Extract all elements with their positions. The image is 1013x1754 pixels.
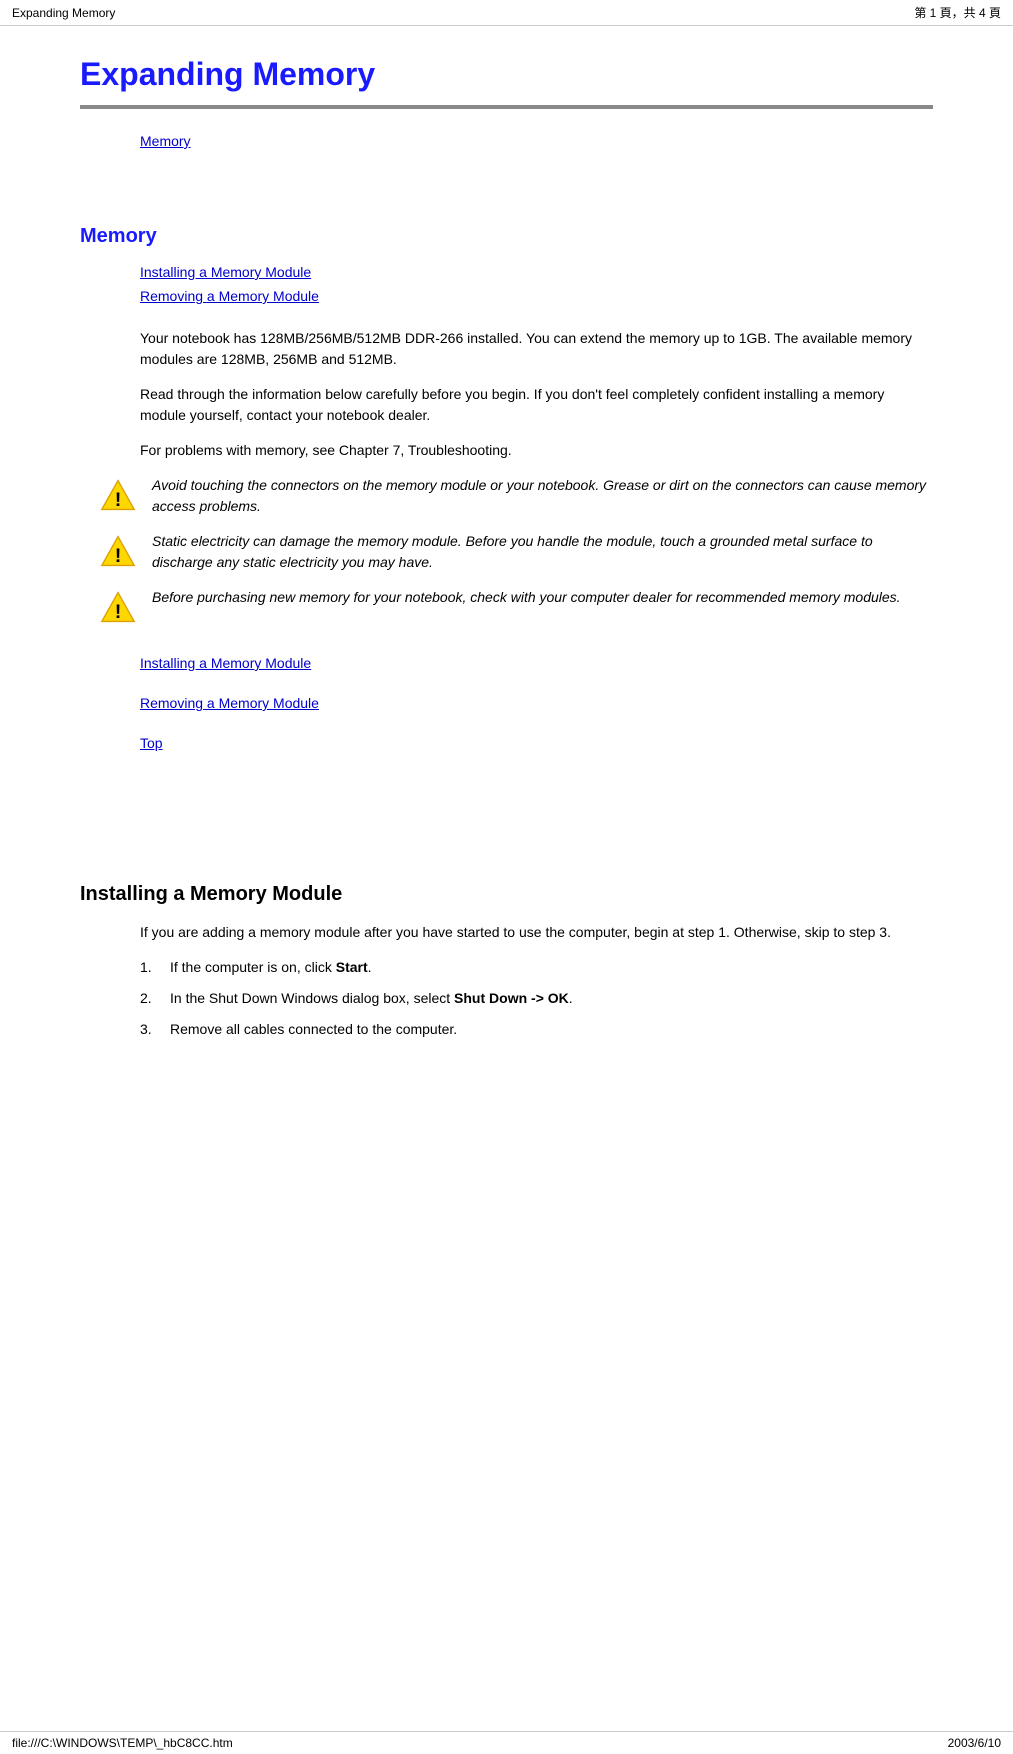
warning-3: ! Before purchasing new memory for your … xyxy=(80,587,933,625)
steps-list: 1. If the computer is on, click Start. 2… xyxy=(80,957,933,1040)
toc-memory-link[interactable]: Memory xyxy=(140,133,191,149)
warning-1: ! Avoid touching the connectors on the m… xyxy=(80,475,933,517)
main-content: Expanding Memory Memory Memory Installin… xyxy=(0,26,1013,1110)
bottom-link-2: Removing a Memory Module xyxy=(80,695,933,711)
warning-icon-2: ! xyxy=(100,533,136,569)
memory-para-3: For problems with memory, see Chapter 7,… xyxy=(80,440,933,461)
warning-text-2: Static electricity can damage the memory… xyxy=(152,531,933,573)
memory-section-heading: Memory xyxy=(80,225,933,248)
memory-sublink-2: Removing a Memory Module xyxy=(80,288,933,304)
step-2-num: 2. xyxy=(140,988,170,1009)
step-3-text: Remove all cables connected to the compu… xyxy=(170,1019,457,1040)
title-divider xyxy=(80,105,933,109)
svg-text:!: ! xyxy=(115,489,122,511)
warning-text-1: Avoid touching the connectors on the mem… xyxy=(152,475,933,517)
step-3: 3. Remove all cables connected to the co… xyxy=(140,1019,933,1040)
header-left: Expanding Memory xyxy=(12,6,115,20)
svg-text:!: ! xyxy=(115,601,122,623)
step-3-num: 3. xyxy=(140,1019,170,1040)
footer-left: file:///C:\WINDOWS\TEMP\_hbC8CC.htm xyxy=(12,1736,233,1750)
memory-para-2: Read through the information below caref… xyxy=(80,384,933,426)
step-2: 2. In the Shut Down Windows dialog box, … xyxy=(140,988,933,1009)
toc-section: Memory xyxy=(80,133,933,149)
warning-text-3: Before purchasing new memory for your no… xyxy=(152,587,933,608)
step-1-bold: Start xyxy=(336,959,368,975)
installing-heading: Installing a Memory Module xyxy=(80,883,933,906)
bottom-removing-link[interactable]: Removing a Memory Module xyxy=(140,695,319,711)
warning-icon-3: ! xyxy=(100,589,136,625)
sublink-removing[interactable]: Removing a Memory Module xyxy=(140,288,319,304)
bottom-installing-link[interactable]: Installing a Memory Module xyxy=(140,655,311,671)
page-title: Expanding Memory xyxy=(80,56,933,93)
page-footer: file:///C:\WINDOWS\TEMP\_hbC8CC.htm 2003… xyxy=(0,1731,1013,1754)
memory-para-1: Your notebook has 128MB/256MB/512MB DDR-… xyxy=(80,328,933,370)
step-2-bold: Shut Down -> OK xyxy=(454,990,569,1006)
bottom-link-1: Installing a Memory Module xyxy=(80,655,933,671)
sublink-installing[interactable]: Installing a Memory Module xyxy=(140,264,311,280)
installing-section: Installing a Memory Module If you are ad… xyxy=(80,883,933,1040)
page-header: Expanding Memory 第 1 頁，共 4 頁 xyxy=(0,0,1013,26)
step-1-num: 1. xyxy=(140,957,170,978)
top-link: Top xyxy=(80,735,933,751)
top-anchor-link[interactable]: Top xyxy=(140,735,163,751)
installing-intro: If you are adding a memory module after … xyxy=(80,922,933,943)
step-1-text: If the computer is on, click Start. xyxy=(170,957,372,978)
step-2-text: In the Shut Down Windows dialog box, sel… xyxy=(170,988,573,1009)
header-right: 第 1 頁，共 4 頁 xyxy=(914,4,1001,21)
warning-2: ! Static electricity can damage the memo… xyxy=(80,531,933,573)
memory-sublink-1: Installing a Memory Module xyxy=(80,264,933,280)
step-1: 1. If the computer is on, click Start. xyxy=(140,957,933,978)
footer-right: 2003/6/10 xyxy=(948,1736,1001,1750)
warning-icon-1: ! xyxy=(100,477,136,513)
svg-text:!: ! xyxy=(115,545,122,567)
